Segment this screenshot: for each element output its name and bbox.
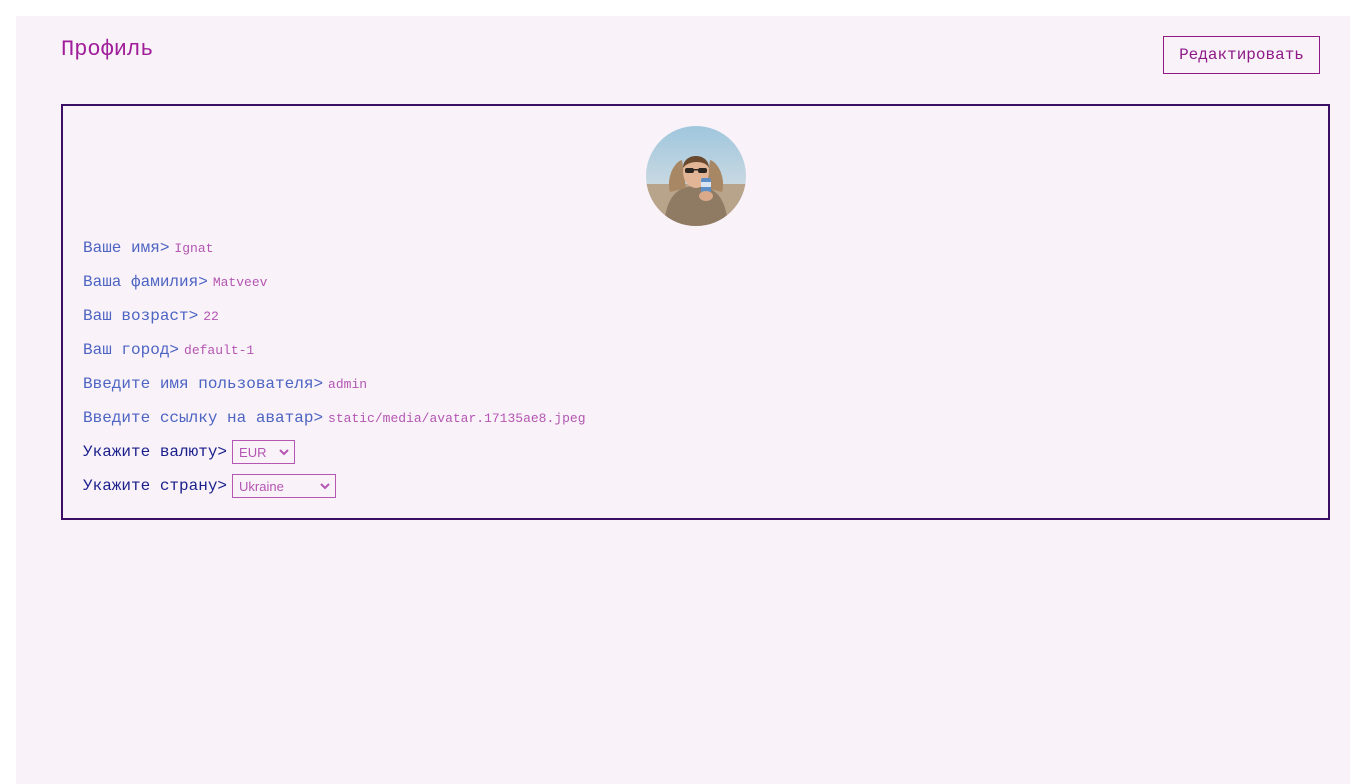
page-title: Профиль xyxy=(61,37,154,62)
chevron-down-icon xyxy=(279,449,289,456)
field-value: 22 xyxy=(203,308,219,324)
field-label: Введите ссылку на аватар> xyxy=(83,409,324,427)
profile-card: Ваше имя> Ignat Ваша фамилия> Matveev Ва… xyxy=(61,104,1330,520)
chevron-down-icon xyxy=(320,483,330,490)
country-select[interactable]: Ukraine xyxy=(232,474,337,498)
field-username: Введите имя пользователя> admin xyxy=(83,372,367,396)
field-country: Укажите страну> Ukraine xyxy=(83,474,337,498)
field-value: Ignat xyxy=(174,240,214,256)
avatar xyxy=(646,126,746,226)
currency-select[interactable]: EUR xyxy=(232,440,296,464)
field-age: Ваш возраст> 22 xyxy=(83,304,219,328)
field-value: default-1 xyxy=(184,342,255,358)
avatar-photo-icon xyxy=(646,126,746,226)
field-label: Ваш город> xyxy=(83,341,180,359)
country-selected-value: Ukraine xyxy=(239,478,284,494)
field-first-name: Ваше имя> Ignat xyxy=(83,236,213,260)
currency-label: Укажите валюту> xyxy=(83,443,228,461)
currency-selected-value: EUR xyxy=(239,444,267,460)
field-last-name: Ваша фамилия> Matveev xyxy=(83,270,267,294)
edit-button[interactable]: Редактировать xyxy=(1163,36,1320,74)
field-city: Ваш город> default-1 xyxy=(83,338,254,362)
field-label: Введите имя пользователя> xyxy=(83,375,324,393)
profile-page: Профиль Редактировать Ваше имя> Ignat Ва… xyxy=(16,16,1350,784)
field-currency: Укажите валюту> EUR xyxy=(83,440,296,464)
field-value: Matveev xyxy=(212,274,268,290)
field-label: Ваш возраст> xyxy=(83,307,199,325)
field-value: admin xyxy=(328,376,368,392)
field-label: Ваша фамилия> xyxy=(83,273,208,291)
field-avatar-link: Введите ссылку на аватар> static/media/a… xyxy=(83,406,586,430)
country-label: Укажите страну> xyxy=(83,477,228,495)
field-value: static/media/avatar.17135ae8.jpeg xyxy=(328,410,586,426)
field-label: Ваше имя> xyxy=(83,239,170,257)
